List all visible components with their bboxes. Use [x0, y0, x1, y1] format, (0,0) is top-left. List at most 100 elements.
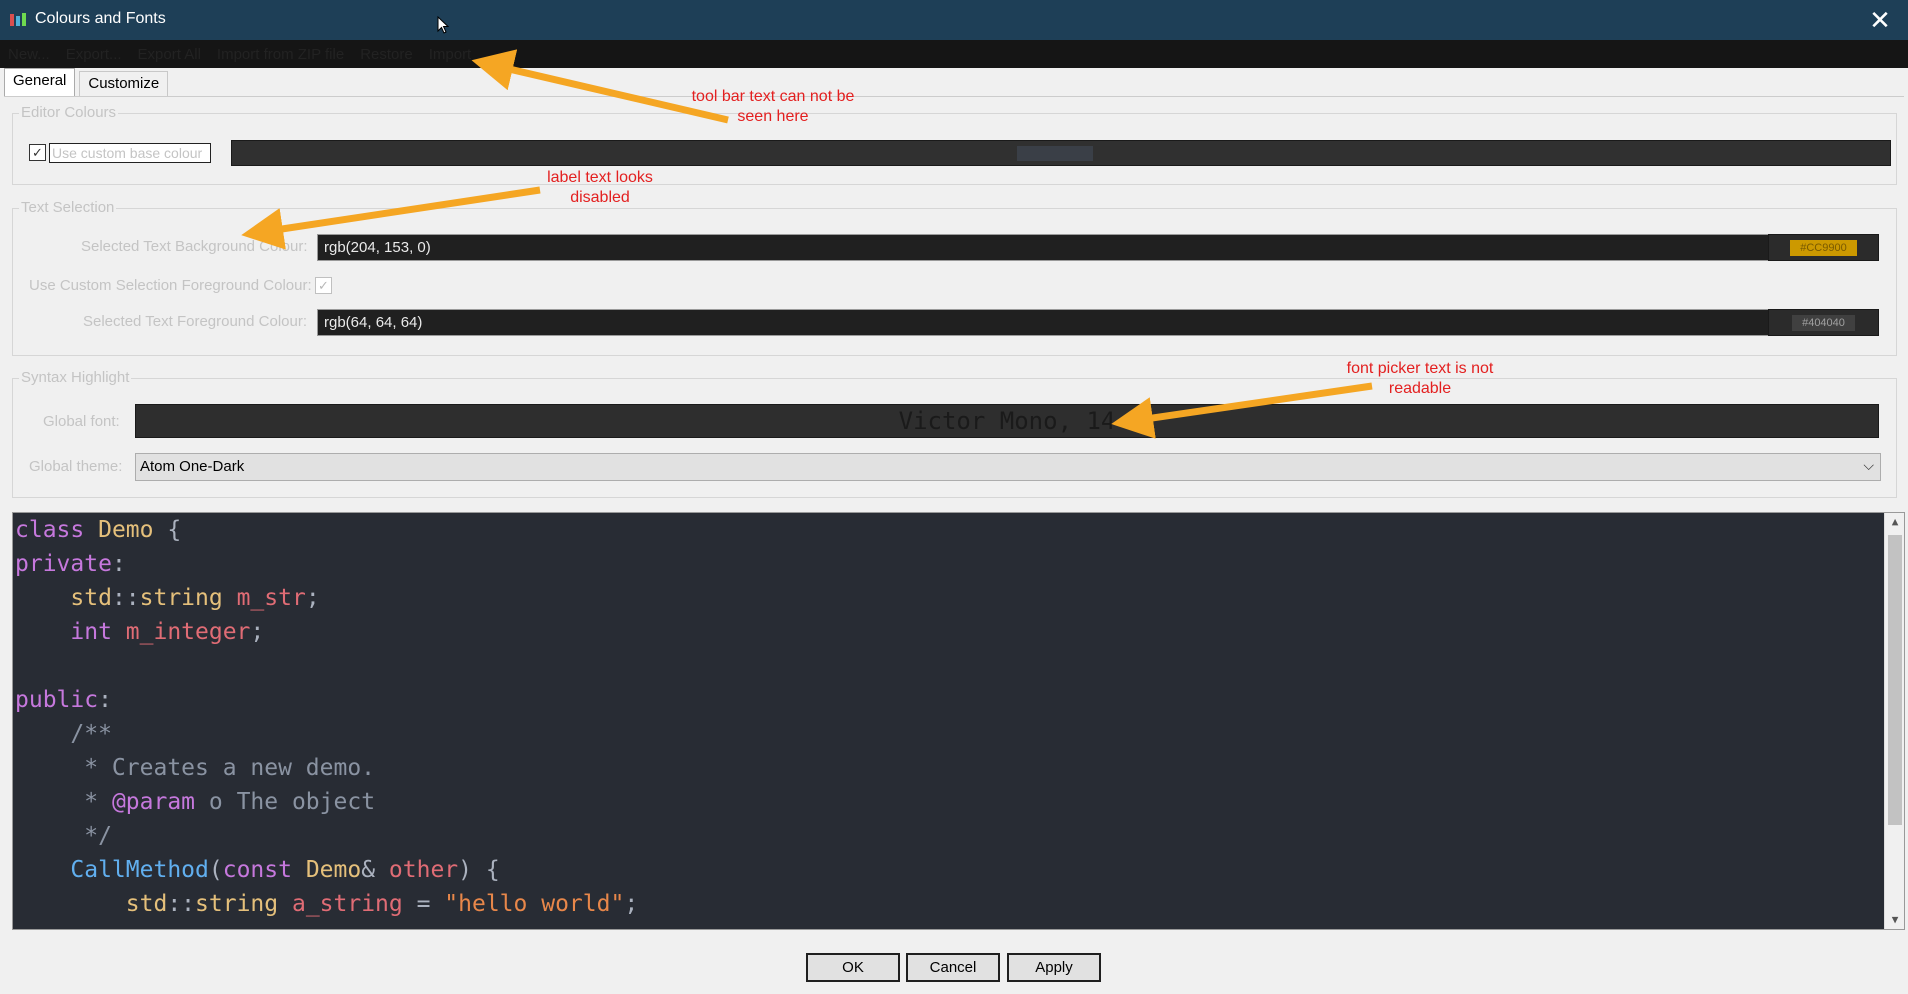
code-line: private:	[13, 547, 1904, 581]
code-line: public:	[13, 683, 1904, 717]
use-custom-base-colour-label: Use custom base colour	[52, 145, 203, 161]
selected-fg-hex: #404040	[1792, 314, 1855, 331]
code-line: /**	[13, 717, 1904, 751]
text-selection-legend: Text Selection	[19, 199, 117, 216]
global-theme-value: Atom One-Dark	[140, 458, 245, 475]
vertical-scrollbar[interactable]: ▲ ▼	[1884, 513, 1904, 929]
toolbar-restore[interactable]: Restore	[360, 46, 413, 63]
toolbar-import[interactable]: Import	[429, 46, 472, 63]
code-token: public	[15, 687, 99, 713]
editor-colours-legend: Editor Colours	[19, 104, 119, 121]
window-title: Colours and Fonts	[35, 10, 166, 27]
code-preview[interactable]: class Demo {private: std::string m_str; …	[12, 512, 1905, 930]
code-token: *	[15, 789, 112, 815]
code-line: */	[13, 819, 1904, 853]
syntax-highlight-group: Syntax Highlight Global font: Victor Mon…	[12, 369, 1897, 498]
selected-bg-input[interactable]: rgb(204, 153, 0)	[317, 234, 1773, 261]
selected-fg-label: Selected Text Foreground Colour:	[83, 313, 308, 330]
code-token: string	[195, 891, 292, 917]
use-custom-base-colour-checkbox[interactable]: ✓	[29, 144, 46, 161]
toolbar-export[interactable]: Export...	[66, 46, 122, 63]
code-token: int	[15, 619, 126, 645]
code-token: {	[153, 517, 182, 543]
toolbar-export-all[interactable]: Export All	[138, 46, 201, 63]
scroll-thumb[interactable]	[1888, 535, 1902, 825]
code-line: std::string m_str;	[13, 581, 1904, 615]
toolbar-import-zip[interactable]: Import from ZIP file	[217, 46, 344, 63]
code-token: "hello world"	[444, 891, 625, 917]
code-token: a_string	[291, 891, 403, 917]
global-theme-select[interactable]: Atom One-Dark ⌵	[135, 453, 1881, 481]
code-token: std	[15, 891, 168, 917]
code-line: int m_integer;	[13, 615, 1904, 649]
code-token: Demo	[98, 517, 154, 543]
toolbar: New... Export... Export All Import from …	[0, 40, 1908, 68]
selected-bg-colour-button[interactable]: #CC9900	[1768, 234, 1879, 261]
code-token: o The object	[195, 789, 376, 815]
code-token: (	[208, 857, 223, 883]
code-token: ::	[111, 585, 140, 611]
code-token: @param	[111, 789, 196, 815]
code-line: * @param o The object	[13, 785, 1904, 819]
global-font-picker[interactable]: Victor Mono, 14	[135, 404, 1879, 438]
font-annotation: font picker text is not readable	[1346, 360, 1494, 397]
close-button[interactable]: ✕	[1852, 0, 1908, 40]
code-lines: class Demo {private: std::string m_str; …	[13, 513, 1904, 921]
tab-customize[interactable]: Customize	[79, 71, 169, 96]
scroll-down-icon[interactable]: ▼	[1885, 911, 1904, 929]
code-token: std	[15, 585, 112, 611]
selected-bg-hex: #CC9900	[1790, 239, 1857, 256]
code-token: =	[402, 891, 445, 917]
text-selection-group: Text Selection Selected Text Background …	[12, 199, 1897, 356]
code-token: ) {	[458, 857, 500, 883]
code-token: ::	[167, 891, 196, 917]
global-font-label: Global font:	[43, 413, 120, 430]
code-token: string	[139, 585, 237, 611]
code-token: other	[388, 857, 459, 883]
selected-fg-input[interactable]: rgb(64, 64, 64)	[317, 309, 1773, 336]
scroll-up-icon[interactable]: ▲	[1885, 513, 1904, 531]
code-token: CallMethod	[15, 857, 209, 883]
code-line: * Creates a new demo.	[13, 751, 1904, 785]
code-token: m_str	[236, 585, 306, 611]
code-line: std::string a_string = "hello world";	[13, 887, 1904, 921]
toolbar-annotation: tool bar text can not be seen here	[691, 88, 855, 125]
code-token: /**	[15, 721, 112, 747]
label-annotation: label text looks disabled	[547, 169, 653, 206]
chevron-down-icon: ⌵	[1863, 457, 1874, 473]
use-custom-base-colour-label-box: Use custom base colour	[49, 143, 211, 163]
code-token: private	[15, 551, 112, 577]
code-token: ;	[305, 585, 320, 611]
use-custom-fg-checkbox[interactable]: ✓	[315, 277, 332, 294]
code-line: class Demo {	[13, 513, 1904, 547]
cancel-button[interactable]: Cancel	[906, 953, 1000, 982]
toolbar-new[interactable]: New...	[8, 46, 50, 63]
ok-button[interactable]: OK	[806, 953, 900, 982]
code-token: Demo	[305, 857, 362, 883]
code-token: m_integer	[125, 619, 251, 645]
base-colour-picker[interactable]	[231, 140, 1891, 166]
code-token: * Creates a new demo.	[15, 755, 376, 781]
tab-bar: General Customize	[0, 68, 169, 96]
editor-colours-group: Editor Colours ✓ Use custom base colour	[12, 104, 1897, 185]
global-theme-label: Global theme:	[29, 458, 123, 475]
apply-button[interactable]: Apply	[1007, 953, 1101, 982]
code-token: :	[111, 551, 126, 577]
code-token: */	[15, 823, 112, 849]
title-bar: Colours and Fonts ✕	[0, 0, 1908, 40]
code-line: CallMethod(const Demo& other) {	[13, 853, 1904, 887]
code-token: &	[361, 857, 389, 883]
code-token: class	[15, 517, 99, 543]
code-token: const	[222, 857, 306, 883]
base-colour-swatch	[1017, 146, 1093, 161]
tab-general[interactable]: General	[4, 68, 76, 96]
use-custom-fg-label: Use Custom Selection Foreground Colour:	[29, 277, 312, 294]
code-token: :	[98, 687, 112, 713]
code-token: ;	[624, 891, 639, 917]
app-icon	[10, 13, 26, 26]
syntax-highlight-legend: Syntax Highlight	[19, 369, 132, 386]
selected-fg-colour-button[interactable]: #404040	[1768, 309, 1879, 336]
code-token: ;	[250, 619, 265, 645]
selected-bg-label: Selected Text Background Colour:	[81, 238, 308, 255]
